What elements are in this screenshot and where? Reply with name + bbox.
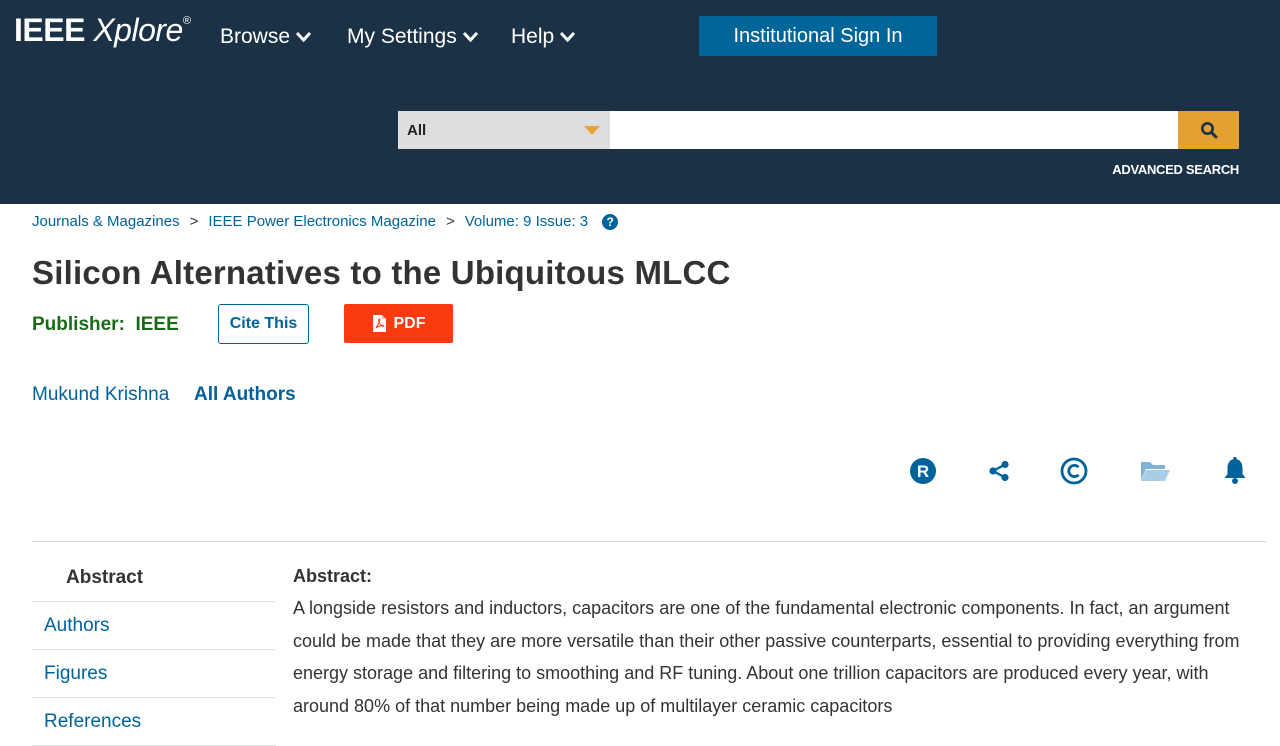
pdf-button-label: PDF — [393, 314, 426, 332]
nav-help[interactable]: Help — [511, 25, 576, 49]
chevron-down-icon — [295, 31, 312, 43]
nav-my-settings-label: My Settings — [347, 25, 457, 48]
bell-icon — [1224, 457, 1246, 484]
page-title: Silicon Alternatives to the Ubiquitous M… — [32, 254, 731, 291]
caret-down-icon — [584, 126, 600, 135]
advanced-search-link[interactable]: ADVANCED SEARCH — [1112, 162, 1239, 177]
breadcrumb: Journals & Magazines > IEEE Power Electr… — [32, 213, 619, 230]
breadcrumb-separator: > — [445, 213, 455, 230]
section-divider — [32, 541, 1266, 542]
publisher-name: IEEE — [135, 314, 179, 335]
rights-r-glyph: R — [917, 462, 929, 481]
chevron-down-icon — [462, 31, 478, 43]
folder-open-icon — [1141, 462, 1170, 481]
sidenav-item-references[interactable]: References — [32, 698, 276, 746]
header-bar: IEEE Xplore® Browse My Settings Help Ins… — [0, 0, 1280, 204]
share-button[interactable] — [984, 455, 1014, 487]
nav-browse-label: Browse — [220, 25, 291, 48]
breadcrumb-volume-issue[interactable]: Volume: 9 Issue: 3 — [465, 213, 588, 230]
nav-help-label: Help — [511, 25, 555, 48]
search-input[interactable] — [610, 111, 1178, 149]
institutional-sign-in-button[interactable]: Institutional Sign In — [699, 16, 937, 56]
all-authors-link[interactable]: All Authors — [194, 384, 296, 406]
document-sections-nav: Abstract Authors Figures References — [32, 554, 276, 746]
logo-brand: IEEE — [14, 12, 85, 48]
search-scope-value: All — [407, 121, 427, 139]
nav-browse[interactable]: Browse — [220, 25, 312, 49]
nav-my-settings[interactable]: My Settings — [347, 25, 479, 49]
cite-this-button[interactable]: Cite This — [218, 304, 309, 344]
search-icon — [1200, 122, 1217, 139]
ieee-xplore-logo[interactable]: IEEE Xplore® — [14, 12, 191, 49]
abstract-text: A longside resistors and inductors, capa… — [293, 598, 1240, 716]
pdf-button[interactable]: PDF — [344, 304, 453, 343]
sidenav-item-authors[interactable]: Authors — [32, 602, 276, 650]
chevron-down-icon — [560, 31, 576, 43]
breadcrumb-magazine[interactable]: IEEE Power Electronics Magazine — [208, 213, 436, 230]
search-button[interactable] — [1178, 111, 1239, 149]
pdf-file-icon — [372, 315, 386, 332]
publisher-label: Publisher: — [32, 314, 125, 335]
share-icon — [989, 460, 1009, 482]
logo-product: Xplore — [93, 12, 183, 48]
breadcrumb-separator: > — [189, 213, 199, 230]
copyright-icon — [1060, 457, 1088, 485]
breadcrumb-journals[interactable]: Journals & Magazines — [32, 213, 180, 230]
alerts-button[interactable] — [1220, 455, 1250, 487]
sidenav-item-figures[interactable]: Figures — [32, 650, 276, 698]
rights-r-icon: R — [910, 458, 936, 484]
author-link[interactable]: Mukund Krishna — [32, 384, 169, 406]
rights-permissions-button[interactable]: R — [908, 455, 938, 487]
sidenav-item-abstract[interactable]: Abstract — [32, 554, 276, 602]
publisher-info: Publisher: IEEE — [32, 314, 179, 336]
add-to-folder-button[interactable] — [1138, 455, 1172, 487]
registered-mark: ® — [182, 15, 191, 27]
copyright-button[interactable] — [1059, 455, 1089, 487]
abstract-heading: Abstract: — [293, 566, 373, 586]
question-circle-icon[interactable]: ? — [602, 213, 619, 230]
search-scope-select[interactable]: All — [398, 111, 610, 149]
